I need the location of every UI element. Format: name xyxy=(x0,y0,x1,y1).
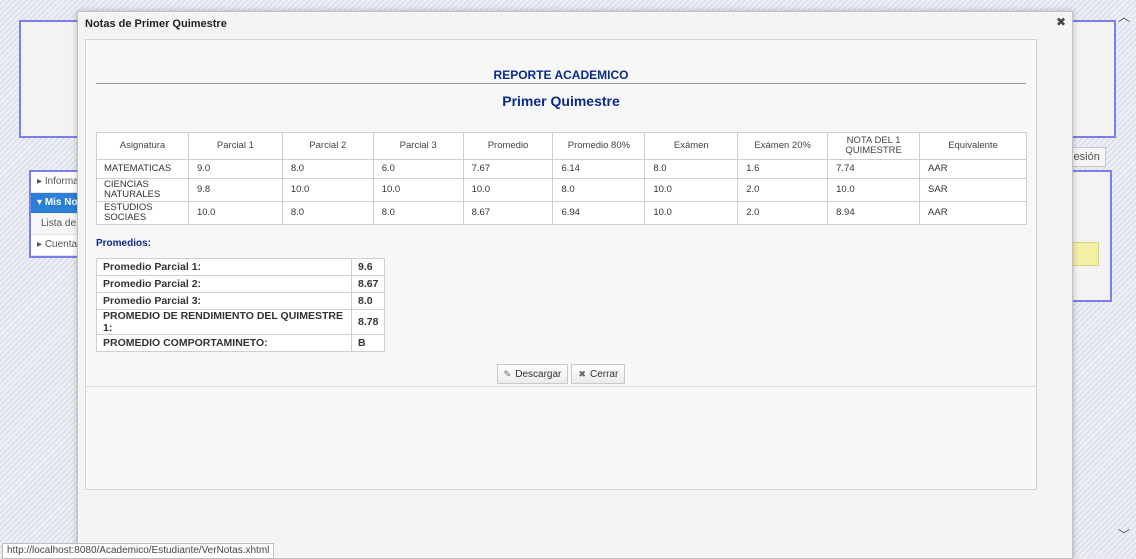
table-cell: 10.0 xyxy=(827,178,921,202)
column-header: Equivalente xyxy=(919,132,1027,160)
average-label: Promedio Parcial 3: xyxy=(96,292,352,310)
table-cell: AAR xyxy=(919,201,1027,225)
average-row: Promedio Parcial 3: 8.0 xyxy=(96,292,386,310)
table-row: CIENCIAS NATURALES 9.8 10.0 10.0 10.0 8.… xyxy=(96,178,1027,202)
average-row: Promedio Parcial 2: 8.67 xyxy=(96,275,386,293)
table-cell: 8.0 xyxy=(644,159,739,179)
table-cell: 6.94 xyxy=(552,201,646,225)
column-header: Asignatura xyxy=(96,132,189,160)
table-cell: 10.0 xyxy=(644,201,739,225)
background-right-panel-content xyxy=(1068,170,1112,302)
column-header: Parcial 2 xyxy=(281,132,374,160)
caret-right-icon: ▸ xyxy=(37,176,45,187)
average-label: PROMEDIO DE RENDIMIENTO DEL QUIMESTRE 1: xyxy=(96,309,352,335)
notes-dialog: Notas de Primer Quimestre ✖ REPORTE ACAD… xyxy=(77,11,1073,559)
table-cell: 1.6 xyxy=(737,159,829,179)
average-value: 8.0 xyxy=(350,292,386,310)
table-cell: MATEMATICAS xyxy=(96,159,189,179)
report-subtitle: Primer Quimestre xyxy=(502,93,620,109)
report-divider xyxy=(96,83,1026,84)
column-header: Promedio xyxy=(462,132,554,160)
table-cell: 7.67 xyxy=(462,159,554,179)
average-row: Promedio Parcial 1: 9.6 xyxy=(96,258,386,276)
average-value: 9.6 xyxy=(350,258,386,276)
close-button[interactable]: ✖ Cerrar xyxy=(571,364,626,384)
table-cell: 10.0 xyxy=(462,178,554,202)
background-header-panel xyxy=(19,20,81,138)
table-cell: 9.0 xyxy=(187,159,283,179)
table-row: ESTUDIOS SOCIAES 10.0 8.0 8.0 8.67 6.94 … xyxy=(96,201,1027,225)
table-cell: 6.14 xyxy=(552,159,646,179)
table-cell: AAR xyxy=(919,159,1027,179)
table-cell: 10.0 xyxy=(644,178,739,202)
table-cell: CIENCIAS NATURALES xyxy=(96,178,189,202)
column-header: NOTA DEL 1 QUIMESTRE xyxy=(827,132,921,160)
table-cell: 2.0 xyxy=(737,201,829,225)
pencil-icon: ✎ xyxy=(503,369,512,379)
average-value: 8.78 xyxy=(350,309,386,335)
table-cell: 8.0 xyxy=(372,201,464,225)
table-cell: 8.0 xyxy=(552,178,646,202)
average-label: PROMEDIO COMPORTAMINETO: xyxy=(96,334,352,352)
average-value: B xyxy=(350,334,386,352)
table-header-row: Asignatura Parcial 1 Parcial 2 Parcial 3… xyxy=(96,132,1027,160)
table-cell: SAR xyxy=(919,178,1027,202)
scroll-up-arrow-icon[interactable]: ︿ xyxy=(1118,8,1130,25)
table-cell: 7.74 xyxy=(827,159,921,179)
table-cell: 8.0 xyxy=(281,159,374,179)
close-icon[interactable]: ✖ xyxy=(1056,15,1066,29)
dialog-content: REPORTE ACADEMICO Primer Quimestre Asign… xyxy=(85,39,1037,490)
column-header: Parcial 3 xyxy=(372,132,464,160)
download-button[interactable]: ✎ Descargar xyxy=(496,364,569,384)
average-row: PROMEDIO COMPORTAMINETO: B xyxy=(96,334,386,352)
background-right-panel-top xyxy=(1068,20,1116,138)
background-highlight-cell xyxy=(1069,242,1099,266)
table-cell: 8.0 xyxy=(281,201,374,225)
table-cell: 8.67 xyxy=(462,201,554,225)
button-bar: ✎ Descargar ✖ Cerrar xyxy=(86,360,1036,386)
average-label: Promedio Parcial 2: xyxy=(96,275,352,293)
column-header: Parcial 1 xyxy=(187,132,283,160)
averages-table: Promedio Parcial 1: 9.6 Promedio Parcial… xyxy=(96,258,386,352)
scroll-down-arrow-icon[interactable]: ﹀ xyxy=(1118,526,1130,543)
table-cell: 6.0 xyxy=(372,159,464,179)
table-cell: 10.0 xyxy=(281,178,374,202)
table-cell: 9.8 xyxy=(187,178,283,202)
report-panel: REPORTE ACADEMICO Primer Quimestre Asign… xyxy=(86,40,1036,387)
dialog-title: Notas de Primer Quimestre xyxy=(85,18,227,30)
table-cell: 8.94 xyxy=(827,201,921,225)
table-cell: ESTUDIOS SOCIAES xyxy=(96,201,189,225)
caret-down-icon: ▾ xyxy=(37,197,45,208)
average-row: PROMEDIO DE RENDIMIENTO DEL QUIMESTRE 1:… xyxy=(96,309,386,335)
table-cell: 10.0 xyxy=(372,178,464,202)
caret-right-icon: ▸ xyxy=(37,239,45,250)
close-x-icon: ✖ xyxy=(578,369,586,379)
table-row: MATEMATICAS 9.0 8.0 6.0 7.67 6.14 8.0 1.… xyxy=(96,159,1027,179)
column-header: Exámen xyxy=(644,132,739,160)
column-header: Promedio 80% xyxy=(552,132,646,160)
column-header: Exámen 20% xyxy=(737,132,829,160)
averages-heading: Promedios: xyxy=(96,238,152,249)
grades-table: Asignatura Parcial 1 Parcial 2 Parcial 3… xyxy=(96,132,1027,225)
average-value: 8.67 xyxy=(350,275,386,293)
report-title: REPORTE ACADEMICO xyxy=(493,68,629,82)
table-cell: 10.0 xyxy=(187,201,283,225)
table-cell: 2.0 xyxy=(737,178,829,202)
average-label: Promedio Parcial 1: xyxy=(96,258,352,276)
